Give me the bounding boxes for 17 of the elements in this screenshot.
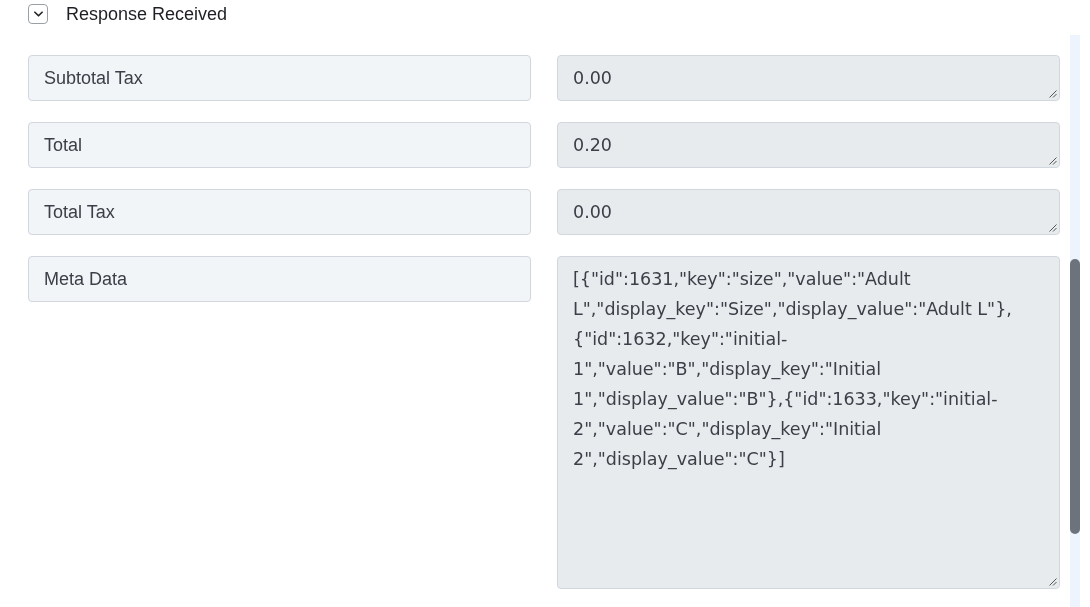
key-field[interactable]: Subtotal Tax [28,55,531,101]
value-field[interactable]: 0.20 [557,122,1060,168]
resize-grip-icon[interactable] [1049,224,1057,232]
key-field[interactable]: Total [28,122,531,168]
key-field[interactable]: Total Tax [28,189,531,235]
value-field[interactable]: [{"id":1631,"key":"size","value":"Adult L","display_key":"Size","display_value":"Adult L"},{"id":1632,"key":"initial-1","value":"B","display_key":"Initial 1","display_value":"B"},{"id":1633,"key":"initial-2","value":"C","display_key":"Initial 2","display_value":"C"}] [557,256,1060,589]
resize-grip-icon[interactable] [1049,578,1057,586]
chevron-down-icon [33,11,43,17]
scrollbar-track[interactable] [1070,35,1080,607]
section-title: Response Received [66,4,228,24]
collapse-toggle[interactable] [28,4,48,24]
resize-grip-icon[interactable] [1049,90,1057,98]
key-field[interactable]: Meta Data [28,256,531,302]
value-field[interactable]: 0.00 [557,189,1060,235]
resize-grip-icon[interactable] [1049,157,1057,165]
scrollbar-thumb[interactable] [1070,259,1080,534]
value-field[interactable]: 0.00 [557,55,1060,101]
